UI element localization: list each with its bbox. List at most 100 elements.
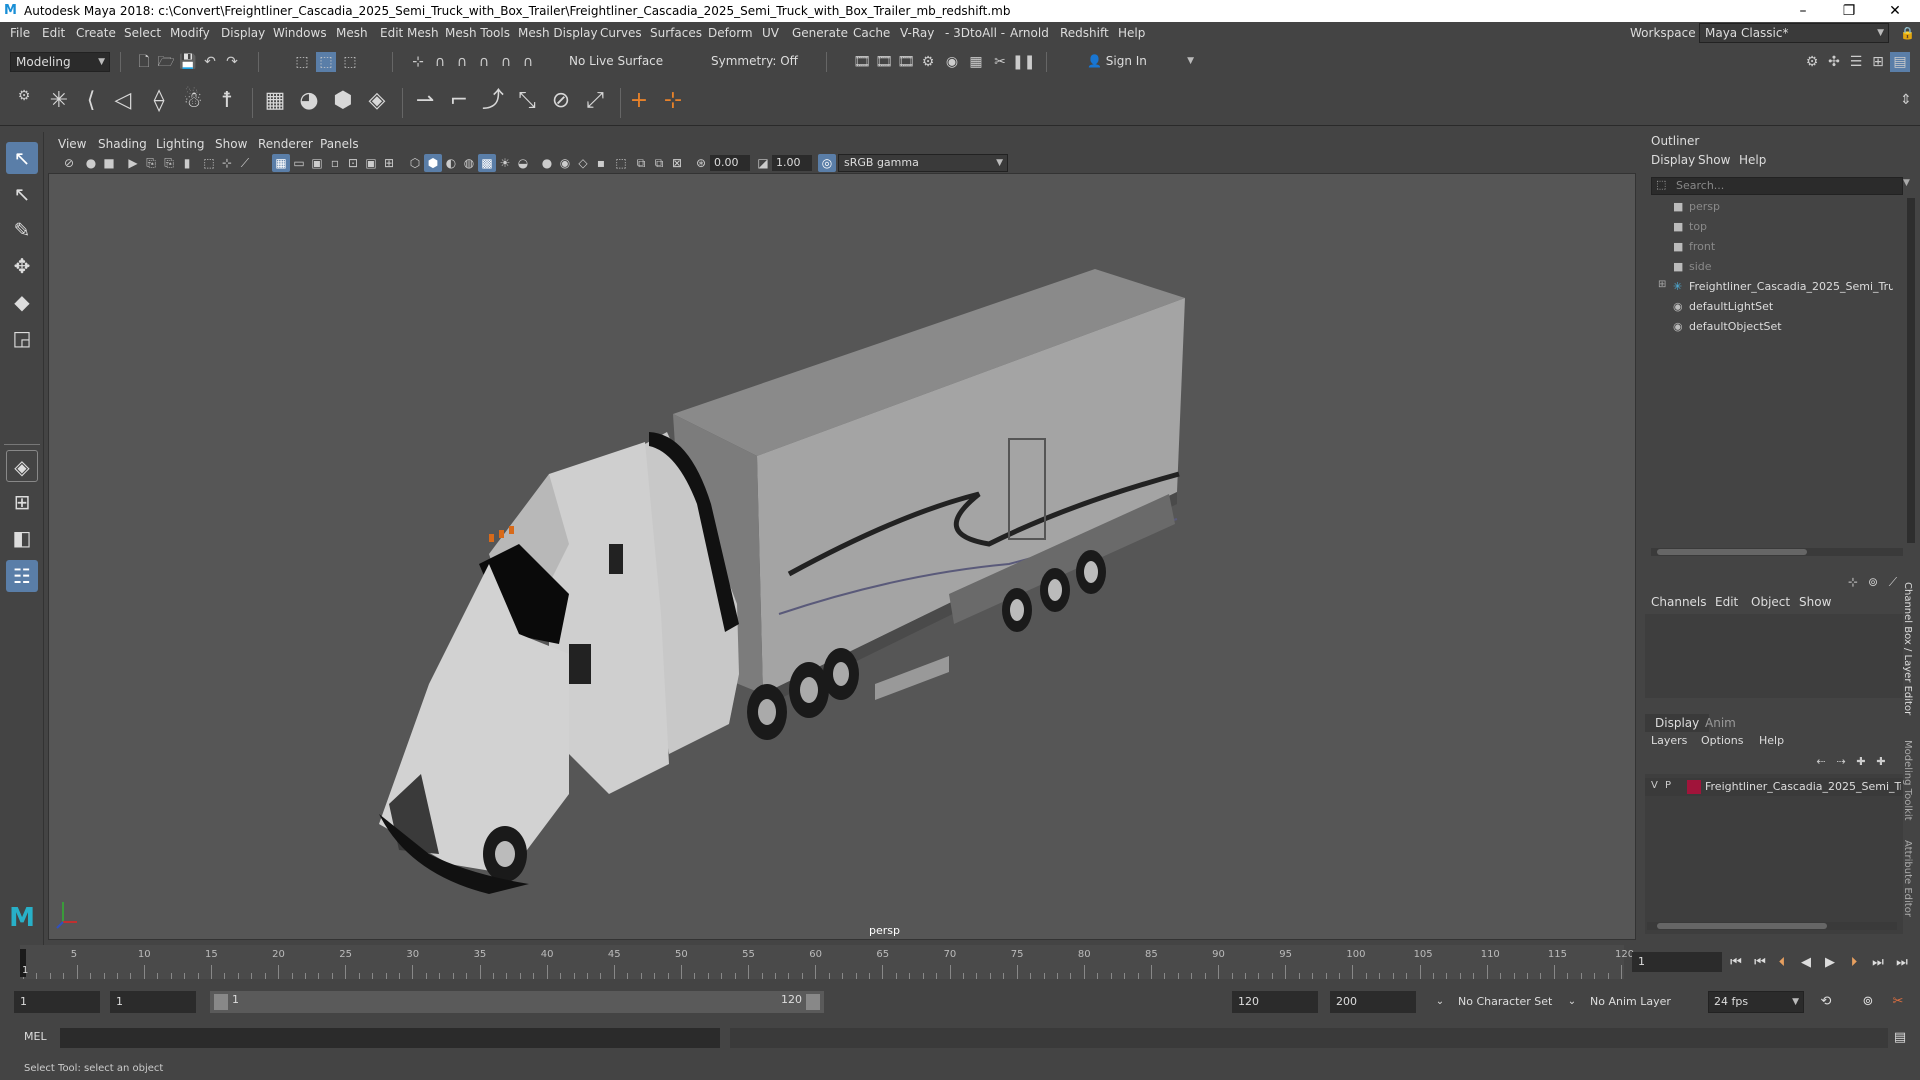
rotate-tool-icon[interactable]: ◆ <box>6 286 38 318</box>
use-all-lights-icon[interactable]: ☀ <box>496 154 514 172</box>
scale-tool-icon[interactable]: ◲ <box>6 322 38 354</box>
isolate-select-icon[interactable]: ⬚ <box>612 154 630 172</box>
shelf-lattice-icon[interactable]: ▦ <box>260 86 290 116</box>
exposure-field[interactable]: 0.00 <box>710 155 750 171</box>
channel-box-icon-b[interactable]: ⊚ <box>1863 572 1883 592</box>
grease-pencil-icon[interactable]: ⎘ <box>160 154 178 172</box>
shelf-ik-spline-icon[interactable]: ◁ <box>108 86 138 116</box>
outliner-item-top[interactable]: ■ top <box>1673 218 1893 236</box>
snap-surface-icon[interactable]: ∩ <box>496 52 516 72</box>
mel-label[interactable]: MEL <box>24 1030 47 1043</box>
step-forward-key-icon[interactable]: ⏭ <box>1868 953 1888 973</box>
loop-icon[interactable]: ⟲ <box>1816 992 1836 1012</box>
move-layer-up-icon[interactable]: ⇠ <box>1811 752 1831 772</box>
anti-aliasing-icon[interactable]: ◇ <box>574 154 592 172</box>
tool-settings-icon[interactable]: ⊞ <box>1868 52 1888 72</box>
step-back-key-icon[interactable]: ⏮ <box>1750 953 1770 973</box>
shelf-joint-icon[interactable]: ✳ <box>44 86 74 116</box>
gate-mask-icon[interactable]: ▭ <box>290 154 308 172</box>
menu-edit[interactable]: Edit <box>42 22 65 44</box>
menu-curves[interactable]: Curves <box>600 22 642 44</box>
shelf-locator-icon[interactable]: + <box>624 86 654 116</box>
move-layer-down-icon[interactable]: ⇢ <box>1831 752 1851 772</box>
menu-select[interactable]: Select <box>124 22 161 44</box>
outliner-item-default-object-set[interactable]: ◉ defaultObjectSet <box>1673 318 1893 336</box>
exposure-icon[interactable]: ⊛ <box>692 154 710 172</box>
character-set-icon[interactable]: ⌄ <box>1430 992 1450 1012</box>
shadows-icon[interactable]: ◒ <box>514 154 532 172</box>
bookmarks-icon[interactable]: ▮ <box>178 154 196 172</box>
animation-start-field[interactable]: 1 <box>14 991 100 1013</box>
wireframe-shading-icon[interactable]: ⬡ <box>406 154 424 172</box>
menu-mesh-display[interactable]: Mesh Display <box>518 22 598 44</box>
color-space-dropdown[interactable]: sRGB gamma ▼ <box>838 154 1008 172</box>
menu-cache[interactable]: Cache <box>853 22 890 44</box>
scrollbar-thumb[interactable] <box>1657 549 1807 555</box>
time-slider[interactable]: 5 10 15 20 25 30 35 40 45 50 55 60 65 70 75 80 85 90 95 100… <box>0 945 1920 981</box>
grid-toggle-icon[interactable]: ⬚ <box>200 154 218 172</box>
camera-select-icon[interactable]: ⊘ <box>60 154 78 172</box>
move-tool-icon[interactable]: ✥ <box>6 250 38 282</box>
fps-dropdown[interactable]: 24 fps ▼ <box>1708 991 1804 1013</box>
minimize-button[interactable]: – <box>1780 0 1826 22</box>
animation-end-field[interactable]: 200 <box>1330 991 1416 1013</box>
render-frame-icon[interactable]: 🎞 <box>852 52 872 72</box>
channels-edit-menu[interactable]: Edit <box>1715 595 1738 609</box>
menu-arnold[interactable]: Arnold <box>1010 22 1049 44</box>
outliner-item-front[interactable]: ■ front <box>1673 238 1893 256</box>
range-slider-bar[interactable]: 1 120 <box>210 991 824 1013</box>
shelf-ik-icon[interactable]: ⟨ <box>76 86 106 116</box>
channels-object-menu[interactable]: Object <box>1751 595 1790 609</box>
persp-outliner-layout-icon[interactable]: ◧ <box>6 522 38 554</box>
safe-title-icon[interactable]: ⊡ <box>344 154 362 172</box>
shelf-pole-vector-icon[interactable]: ⤢ <box>580 86 610 116</box>
snap-live-icon[interactable]: ∩ <box>518 52 538 72</box>
depth-of-field-icon[interactable]: ▪ <box>592 154 610 172</box>
chevron-down-icon[interactable]: ▼ <box>1903 178 1910 188</box>
channel-box-icon-a[interactable]: ⊹ <box>1843 572 1863 592</box>
layer-visibility-toggle[interactable]: V <box>1651 780 1658 791</box>
menu-mesh[interactable]: Mesh <box>336 22 368 44</box>
pause-icon[interactable]: ❚❚ <box>1012 52 1035 72</box>
four-view-layout-icon[interactable]: ⊞ <box>6 486 38 518</box>
shelf-cluster-icon[interactable]: ◕ <box>294 86 324 116</box>
tab-channel-box-layer-editor[interactable]: Channel Box / Layer Editor <box>1902 582 1913 715</box>
safe-action-icon[interactable]: ▫ <box>326 154 344 172</box>
channels-menu[interactable]: Channels <box>1651 595 1707 609</box>
textured-icon[interactable]: ▩ <box>478 154 496 172</box>
hypershade-icon[interactable]: ◉ <box>942 52 962 72</box>
options-menu[interactable]: Options <box>1701 734 1743 747</box>
go-to-start-icon[interactable]: ⏮ <box>1726 953 1746 973</box>
smooth-shading-icon[interactable]: ⬢ <box>424 154 442 172</box>
undo-icon[interactable]: ↶ <box>200 52 220 72</box>
hud-icon[interactable]: ⊞ <box>380 154 398 172</box>
menu-help[interactable]: Help <box>1118 22 1145 44</box>
animation-prefs-icon[interactable]: ✂ <box>1888 992 1908 1012</box>
modeling-toolkit-icon[interactable]: ⚙ <box>1802 52 1822 72</box>
outliner-item-persp[interactable]: ■ persp <box>1673 198 1893 216</box>
xray-joints-icon[interactable]: ⧉ <box>632 154 650 172</box>
lock-render-icon[interactable]: ✂ <box>990 52 1010 72</box>
outliner-item-truck[interactable]: ✳ Freightliner_Cascadia_2025_Semi_Truck_ <box>1673 278 1893 296</box>
menu-vray[interactable]: V-Ray <box>900 22 934 44</box>
scrollbar-thumb[interactable] <box>1657 923 1827 929</box>
attribute-editor-icon[interactable]: ☰ <box>1846 52 1866 72</box>
shelf-orient-constraint-icon[interactable]: ⊘ <box>546 86 576 116</box>
mel-input[interactable] <box>60 1028 720 1048</box>
layer-color-swatch[interactable] <box>1687 780 1701 794</box>
open-scene-icon[interactable]: 🗁 <box>156 52 176 72</box>
time-slider-track[interactable]: 5 10 15 20 25 30 35 40 45 50 55 60 65 70 75 80 85 90 95 100… <box>20 945 1634 979</box>
layer-horizontal-scrollbar[interactable] <box>1647 922 1897 930</box>
tab-attribute-editor[interactable]: Attribute Editor <box>1902 840 1913 917</box>
render-settings-icon[interactable]: ⚙ <box>918 52 938 72</box>
playback-end-field[interactable]: 120 <box>1232 991 1318 1013</box>
gamma-field[interactable]: 1.00 <box>772 155 812 171</box>
redo-icon[interactable]: ↷ <box>222 52 242 72</box>
auto-key-icon[interactable]: ⊚ <box>1858 992 1878 1012</box>
snap-view-icon[interactable]: ∩ <box>474 52 494 72</box>
wireframe-icon[interactable]: ▦ <box>272 154 290 172</box>
current-frame-field[interactable]: 1 <box>1632 952 1722 972</box>
ambient-occlusion-icon[interactable]: ● <box>538 154 556 172</box>
channel-box-icon[interactable]: ▤ <box>1890 52 1910 72</box>
menu-modify[interactable]: Modify <box>170 22 210 44</box>
